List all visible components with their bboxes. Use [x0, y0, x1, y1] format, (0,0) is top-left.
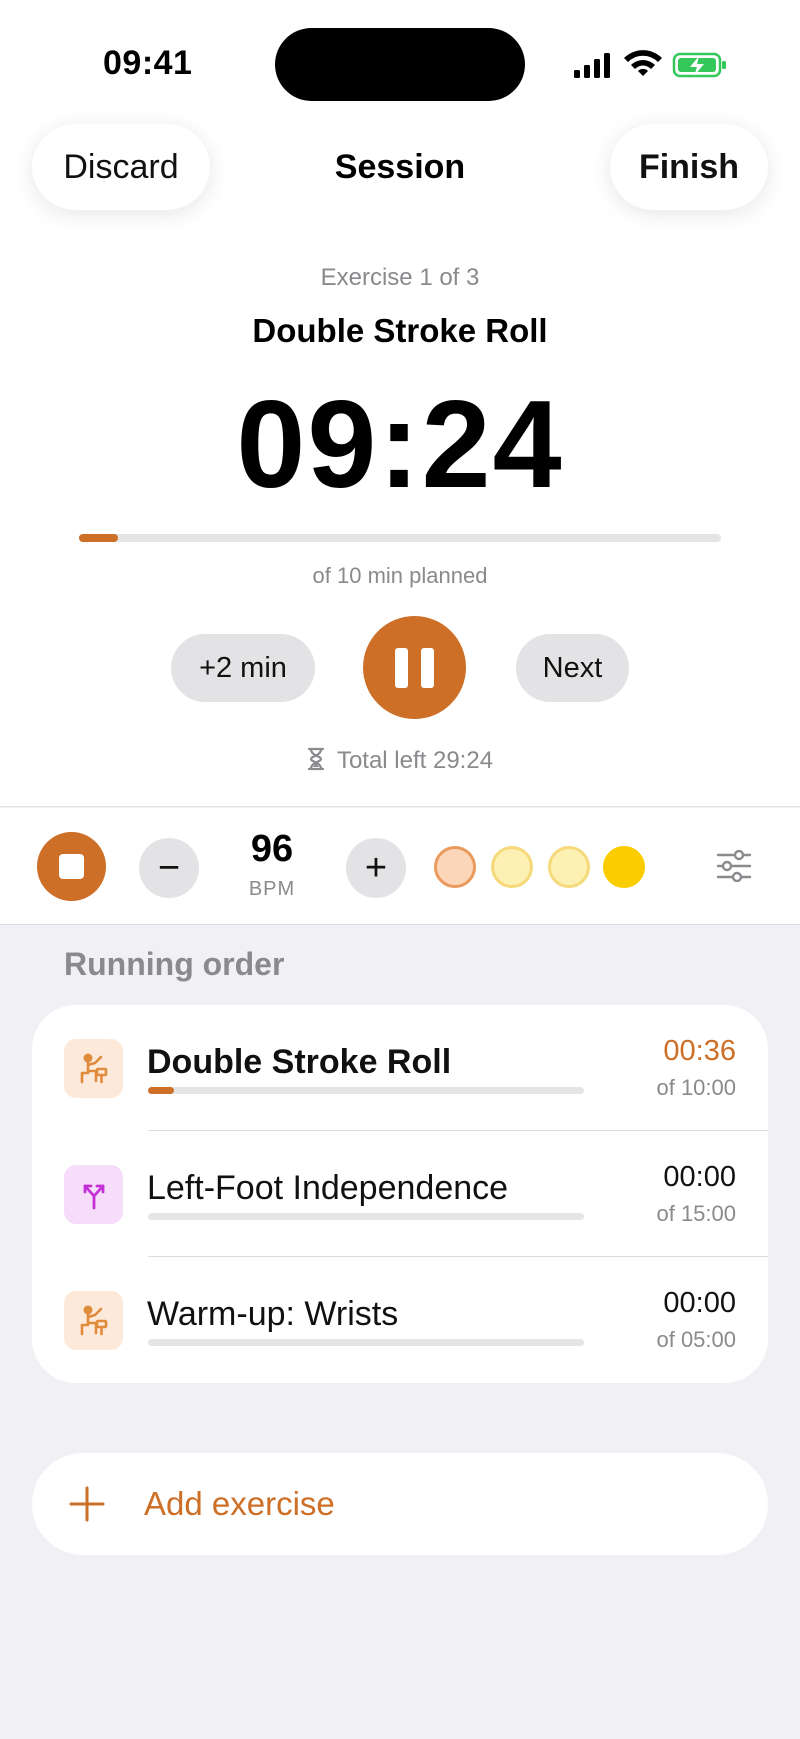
list-item[interactable]: Left-Foot Independence 00:00 of 15:00 [32, 1131, 768, 1257]
running-order-list: Double Stroke Roll 00:36 of 10:00 Left-F… [32, 1005, 768, 1383]
planned-time: of 05:00 [656, 1327, 736, 1352]
list-item[interactable]: Double Stroke Roll 00:36 of 10:00 [32, 1005, 768, 1131]
session-header-area: 09:41 Discard Session Finish Exercise 1 … [0, 0, 800, 807]
drummer-icon [64, 1039, 123, 1098]
drummer-icon [64, 1291, 123, 1350]
planned-time: of 10:00 [656, 1075, 736, 1100]
pause-icon [395, 647, 408, 688]
beat-indicator-4[interactable] [603, 846, 645, 888]
signal-icon [574, 53, 610, 78]
add-exercise-label: Add exercise [144, 1485, 335, 1522]
planned-duration: of 10 min planned [312, 563, 488, 588]
exercise-progress-bar [148, 1087, 584, 1094]
running-order-title: Running order [64, 946, 285, 982]
pause-button[interactable] [363, 616, 466, 719]
total-time-left: Total left 29:24 [0, 747, 800, 775]
exercise-name: Left-Foot Independence [147, 1169, 509, 1207]
stop-icon [59, 854, 84, 879]
metronome-settings-icon[interactable] [716, 850, 752, 882]
status-icons [574, 50, 726, 78]
bpm-value: 96 [250, 828, 294, 870]
elapsed-time: 00:36 [663, 1035, 736, 1067]
beat-indicator-2[interactable] [491, 846, 533, 888]
battery-icon [672, 52, 726, 78]
list-item[interactable]: Warm-up: Wrists 00:00 of 05:00 [32, 1257, 768, 1383]
exercise-timer: 09:24 [236, 376, 564, 514]
plus-icon [69, 1486, 105, 1522]
bpm-unit: BPM [248, 878, 296, 900]
add-exercise-button[interactable]: Add exercise [32, 1453, 768, 1555]
split-arrow-icon [64, 1165, 123, 1224]
current-exercise-name: Double Stroke Roll [252, 312, 548, 349]
wifi-icon [624, 50, 662, 76]
metronome-stop-button[interactable] [37, 832, 106, 901]
elapsed-time: 00:00 [663, 1287, 736, 1319]
exercise-progress-bar [148, 1213, 584, 1220]
elapsed-time: 00:00 [663, 1161, 736, 1193]
exercise-progress-fill [79, 534, 118, 542]
exercise-progress-bar [148, 1339, 584, 1346]
exercise-name: Double Stroke Roll [147, 1043, 452, 1081]
exercise-progress-bar [79, 534, 721, 542]
add-two-minutes-button[interactable]: +2 min [171, 634, 315, 702]
exercise-name: Warm-up: Wrists [147, 1295, 399, 1333]
exercise-progress-fill [148, 1087, 175, 1094]
bpm-decrease-button[interactable]: − [139, 838, 199, 898]
next-exercise-button[interactable]: Next [516, 634, 629, 702]
status-time: 09:41 [103, 44, 193, 82]
planned-time: of 15:00 [656, 1201, 736, 1226]
beat-indicator-1[interactable] [434, 846, 476, 888]
exercise-counter: Exercise 1 of 3 [320, 264, 480, 291]
beat-indicator-3[interactable] [548, 846, 590, 888]
finish-button[interactable]: Finish [610, 124, 768, 210]
metronome-bar: − 96 BPM + [0, 808, 800, 925]
hourglass-icon [307, 747, 325, 771]
dynamic-island [275, 28, 525, 101]
total-left-text: Total left 29:24 [336, 747, 494, 774]
bpm-increase-button[interactable]: + [346, 838, 406, 898]
